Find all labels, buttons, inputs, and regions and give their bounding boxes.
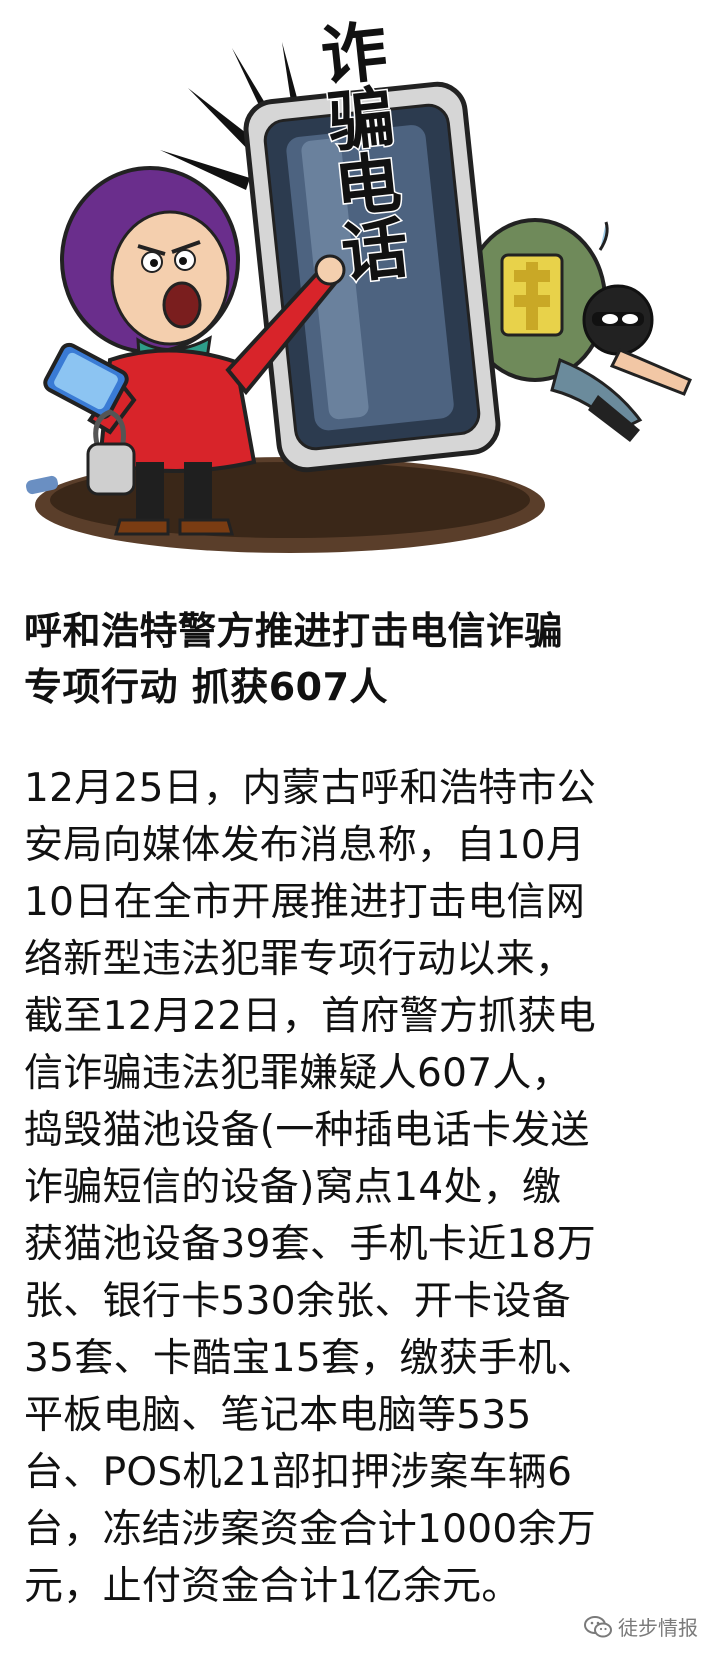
body-line: 截至12月22日，首府警方抓获电 [24,994,597,1039]
body-line: 张、银行卡530余张、开卡设备 [24,1279,571,1324]
article-page: 诈骗电话 呼和浩特警方推进打击电信诈骗 专项行动 抓获607人 12月25日，内… [0,0,722,1667]
wechat-icon [584,1615,612,1637]
article-body: 12月25日，内蒙古呼和浩特市公 安局向媒体发布消息称，自10月 10日在全市开… [24,760,714,1615]
body-line: 35套、卡酷宝15套，缴获手机、 [24,1336,597,1381]
body-line: 安局向媒体发布消息称，自10月 [24,823,586,868]
body-line: 元，止付资金合计1亿余元。 [24,1564,521,1609]
headline-line-2: 专项行动 抓获607人 [24,665,389,709]
body-line: 12月25日，内蒙古呼和浩特市公 [24,766,597,811]
body-line: 平板电脑、笔记本电脑等535 [24,1393,532,1438]
body-line: 诈骗短信的设备)窝点14处，缴 [24,1165,562,1210]
fraud-phone-sign: 诈骗电话 [243,14,501,473]
body-line: 络新型违法犯罪专项行动以来， [24,937,575,982]
watermark-text: 徒步情报 [618,1616,698,1640]
body-line: 信诈骗违法犯罪嫌疑人607人， [24,1051,571,1096]
body-line: 台、POS机21部扣押涉案车辆6 [24,1450,573,1495]
fraud-call-cartoon: 诈骗电话 [26,14,692,553]
source-watermark: 徒步情报 [584,1612,698,1641]
body-line: 10日在全市开展推进打击电信网 [24,880,586,925]
headline-line-1: 呼和浩特警方推进打击电信诈骗 [24,609,564,653]
body-line: 台，冻结涉案资金合计1000余万 [24,1507,597,1552]
article-headline: 呼和浩特警方推进打击电信诈骗 专项行动 抓获607人 [24,603,704,715]
body-line: 获猫池设备39套、手机卡近18万 [24,1222,597,1267]
body-line: 捣毁猫池设备(一种插电话卡发送 [24,1108,590,1153]
